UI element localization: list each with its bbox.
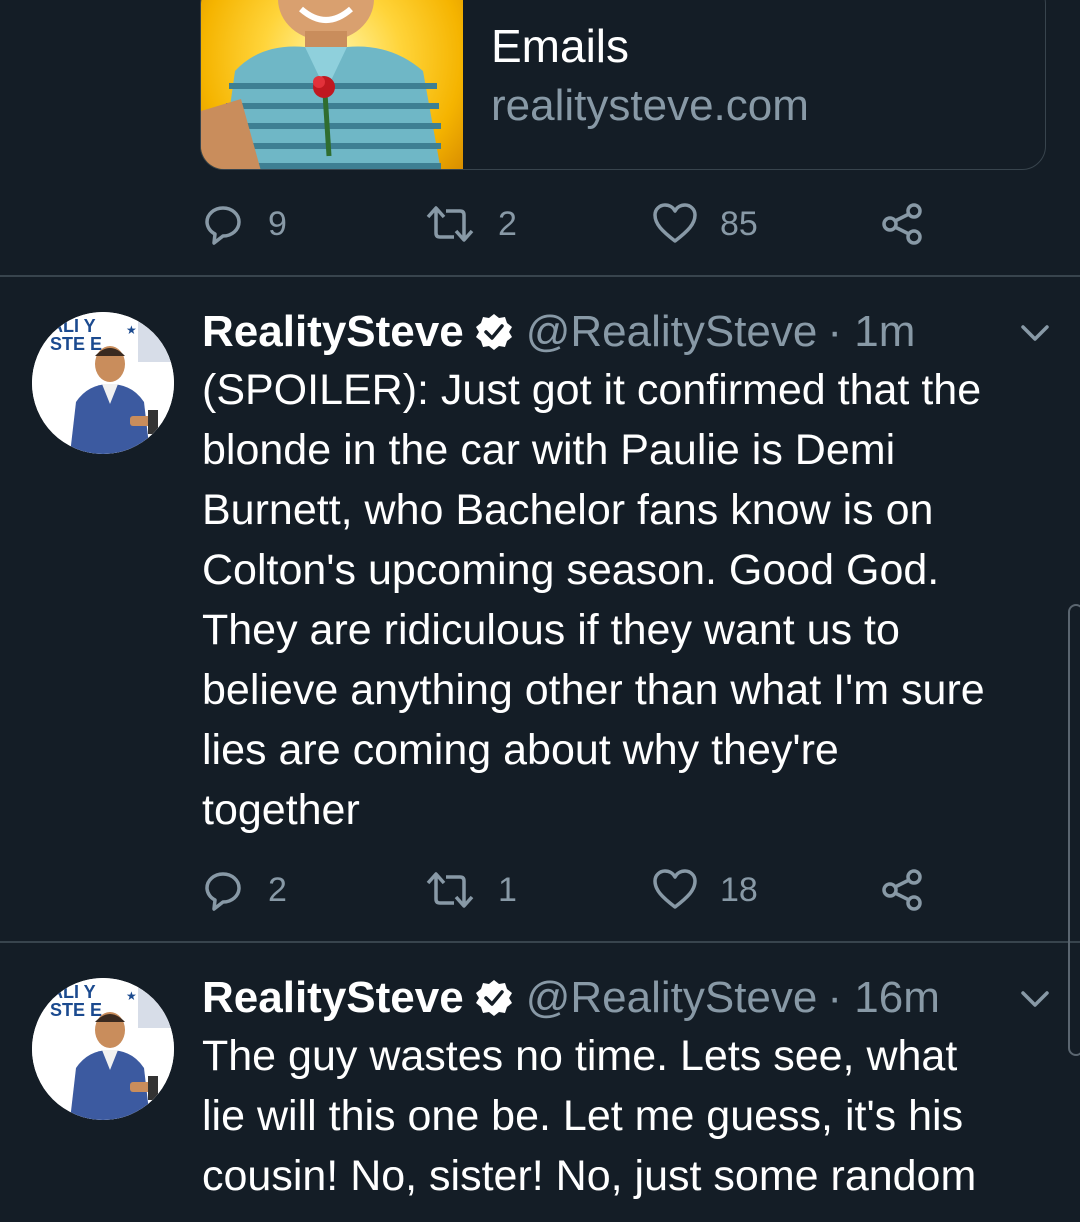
tweet-divider [0,275,1080,277]
chevron-down-icon[interactable] [1018,982,1052,1016]
retweet-icon [426,872,474,908]
like-button[interactable]: 18 [652,860,758,920]
reply-icon [205,872,241,911]
retweet-count: 2 [498,204,517,243]
link-thumbnail-image [201,0,463,169]
retweet-button[interactable]: 2 [424,194,517,254]
tweet-header: RealitySteve @RealitySteve · 1m [202,304,915,360]
tweet-actions-bar: 2 1 18 [200,860,940,920]
share-button[interactable] [880,860,924,920]
svg-text:STE E: STE E [50,1000,102,1020]
tweet-divider [0,941,1080,943]
like-icon [653,869,697,909]
share-icon [882,869,922,911]
chevron-down-icon[interactable] [1018,316,1052,350]
svg-text:★: ★ [126,323,137,337]
reply-icon [205,206,241,245]
avatar[interactable]: ALI Y STE E ★ [32,978,174,1120]
tweet-actions-bar: 9 2 85 [200,194,940,254]
link-card-title: Emails [491,20,630,72]
tweet-timestamp[interactable]: · 1m [827,307,915,357]
retweet-button[interactable]: 1 [424,860,517,920]
scrollbar[interactable] [1068,604,1080,1056]
link-preview-card[interactable]: Emails realitysteve.com [200,0,1046,170]
share-button[interactable] [880,194,924,254]
reply-button[interactable]: 2 [200,860,287,920]
like-button[interactable]: 85 [652,194,758,254]
like-icon [653,203,697,243]
user-handle[interactable]: @RealitySteve [526,307,818,357]
like-count: 85 [720,204,758,243]
avatar[interactable]: ALI Y STE E ★ [32,312,174,454]
tweet-timestamp[interactable]: · 16m [827,973,939,1023]
reply-count: 9 [268,204,287,243]
like-count: 18 [720,870,758,909]
tweet-text: The guy wastes no time. Lets see, what l… [202,1032,977,1200]
display-name[interactable]: RealitySteve [202,307,464,357]
retweet-count: 1 [498,870,517,909]
tweet-text: (SPOILER): Just got it confirmed that th… [202,366,985,834]
svg-text:★: ★ [126,989,137,1003]
reply-count: 2 [268,870,287,909]
reply-button[interactable]: 9 [200,194,287,254]
link-card-url: realitysteve.com [491,81,809,130]
verified-badge-icon [474,978,514,1018]
share-icon [882,203,922,245]
svg-text:ALI Y: ALI Y [50,982,96,1002]
svg-text:STE E: STE E [50,334,102,354]
retweet-icon [426,206,474,242]
display-name[interactable]: RealitySteve [202,973,464,1023]
svg-text:ALI Y: ALI Y [50,316,96,336]
verified-badge-icon [474,312,514,352]
user-handle[interactable]: @RealitySteve [526,973,818,1023]
tweet-header: RealitySteve @RealitySteve · 16m [202,970,940,1026]
